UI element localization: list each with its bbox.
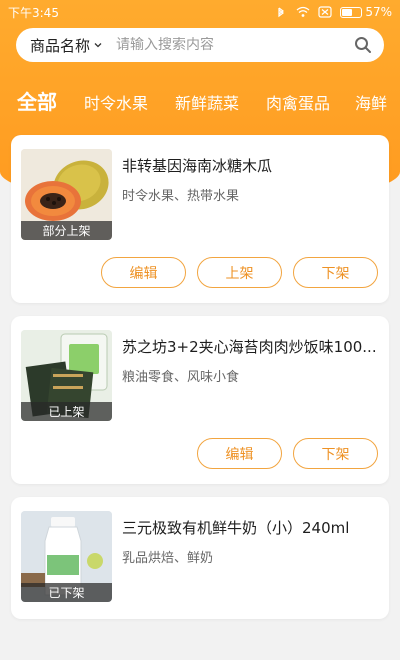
listing-status-badge: 已上架 xyxy=(21,402,112,421)
product-card[interactable]: 已下架 三元极致有机鲜牛奶（小）240ml 乳品烘焙、鲜奶 xyxy=(11,497,389,619)
bluetooth-icon xyxy=(278,7,285,18)
product-card[interactable]: 部分上架 非转基因海南冰糖木瓜 时令水果、热带水果 编辑 上架 下架 xyxy=(11,135,389,303)
product-category: 粮油零食、风味小食 xyxy=(122,370,240,385)
tab-label: 时令水果 xyxy=(84,94,149,113)
list-off-button[interactable]: 下架 xyxy=(293,438,378,469)
status-bar: 下午3:45 57% xyxy=(0,0,400,24)
tab-seafood[interactable]: 海鲜 xyxy=(355,84,387,114)
tab-fresh-vegetables[interactable]: 新鲜蔬菜 xyxy=(175,84,239,114)
product-image: 部分上架 xyxy=(21,149,112,240)
no-sim-icon xyxy=(318,6,332,18)
tab-seasonal-fruit[interactable]: 时令水果 xyxy=(84,84,148,114)
battery-icon xyxy=(340,6,363,18)
tab-label: 肉禽蛋品 xyxy=(266,94,331,113)
chevron-down-icon xyxy=(94,43,102,48)
list-on-button[interactable]: 上架 xyxy=(197,257,282,288)
product-image: 已下架 xyxy=(21,511,112,602)
tab-all[interactable]: 全部 xyxy=(17,84,57,115)
edit-button[interactable]: 编辑 xyxy=(197,438,282,469)
search-category-dropdown[interactable]: 商品名称 xyxy=(30,35,102,56)
tab-label: 海鲜 xyxy=(355,94,388,113)
battery-percent: 57% xyxy=(365,5,392,19)
search-input[interactable] xyxy=(116,37,354,53)
search-icon[interactable] xyxy=(354,36,372,54)
product-category: 时令水果、热带水果 xyxy=(122,189,240,204)
product-title: 三元极致有机鲜牛奶（小）240ml xyxy=(122,519,350,537)
product-category: 乳品烘焙、鲜奶 xyxy=(122,551,214,566)
search-bar: 商品名称 xyxy=(16,28,384,62)
wifi-icon xyxy=(296,6,310,17)
product-image: 已上架 xyxy=(21,330,112,421)
product-title: 非转基因海南冰糖木瓜 xyxy=(122,157,273,175)
listing-status-badge: 部分上架 xyxy=(21,221,112,240)
tab-label: 新鲜蔬菜 xyxy=(175,94,240,113)
product-card[interactable]: 已上架 苏之坊3+2夹心海苔肉肉炒饭味100... 粮油零食、风味小食 编辑 下… xyxy=(11,316,389,484)
list-off-button[interactable]: 下架 xyxy=(293,257,378,288)
edit-button[interactable]: 编辑 xyxy=(101,257,186,288)
search-category-label: 商品名称 xyxy=(30,36,91,55)
listing-status-badge: 已下架 xyxy=(21,583,112,602)
tab-meat-eggs[interactable]: 肉禽蛋品 xyxy=(266,84,330,114)
status-time: 下午3:45 xyxy=(8,5,59,20)
status-icons: 57% xyxy=(274,5,392,19)
category-tabs: 全部 时令水果 新鲜蔬菜 肉禽蛋品 海鲜 xyxy=(0,84,400,120)
battery-fill xyxy=(342,8,353,16)
product-title: 苏之坊3+2夹心海苔肉肉炒饭味100... xyxy=(122,338,377,356)
tab-label: 全部 xyxy=(17,90,57,114)
battery-indicator: 57% xyxy=(340,5,392,19)
